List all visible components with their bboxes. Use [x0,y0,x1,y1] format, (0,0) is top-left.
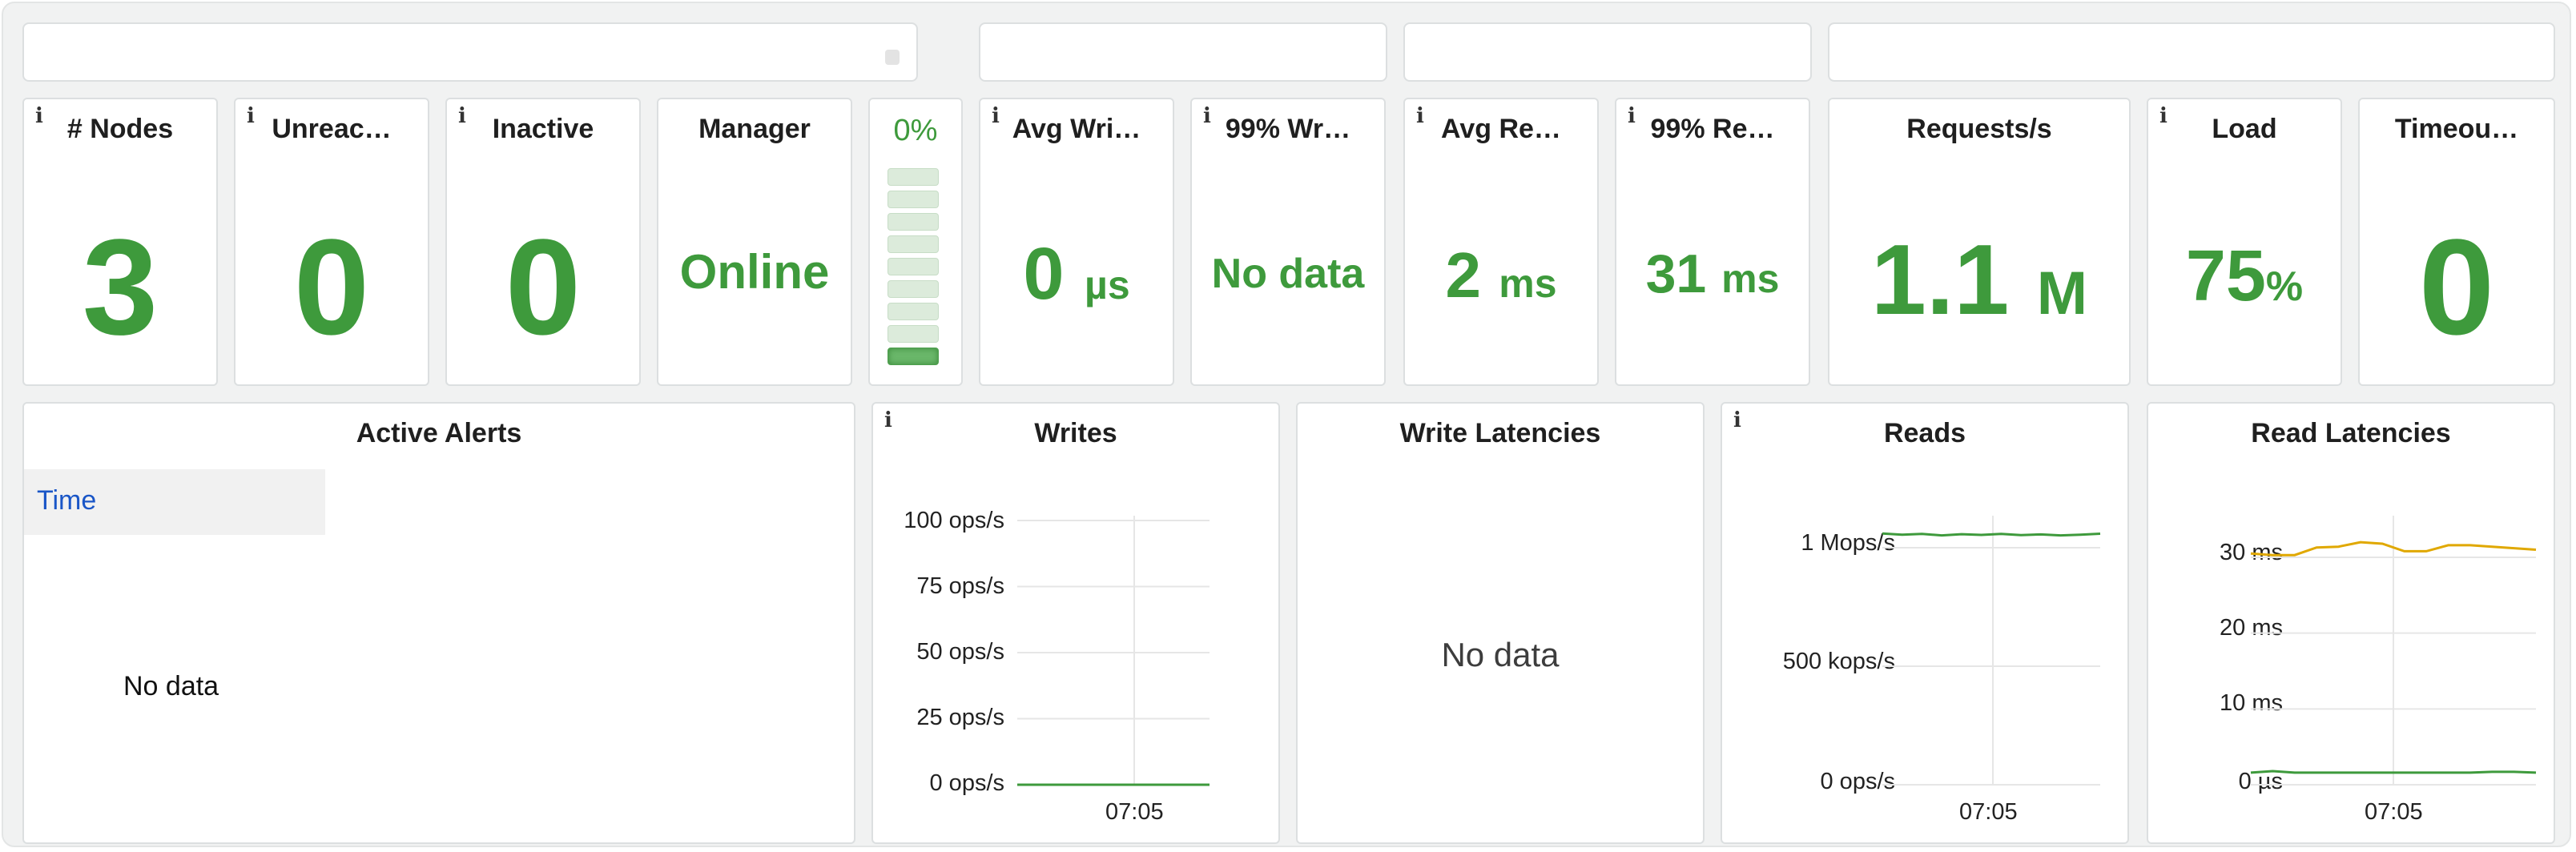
reads-plot[interactable] [1882,516,2101,788]
panel-title: Writes [1034,418,1117,448]
series-line-0[interactable] [1882,532,2101,537]
unreachable-stat-panel[interactable]: i Unreac… 0 [234,98,429,386]
no-data-text: No data [1441,636,1560,673]
x-tick-label: 07:05 [1959,799,2018,825]
panel-title: Requests/s [1906,114,2052,144]
stat-value: 3 [82,211,159,364]
gauge-percent-label: 0% [893,114,938,147]
stat-value-group: 1.1 M [1829,231,2129,330]
read-latencies-plot[interactable] [2250,516,2537,788]
stat-value: Online [679,245,830,299]
panel-title: Reads [1883,418,1966,448]
panel-title: Unreac… [272,114,392,144]
writes-plot[interactable] [1017,516,1210,788]
panel-title: Avg Re… [1441,114,1561,144]
gauge-segment [888,191,939,208]
column-header-time[interactable]: Time [37,485,96,516]
top-bar-panel-1[interactable] [22,22,918,82]
stat-value: No data [1211,251,1365,297]
no-data-text: No data [123,671,219,701]
requests-stat-panel[interactable]: Requests/s 1.1 M [1828,98,2131,386]
stat-unit: % [2265,263,2304,310]
stat-value: 0 [2418,211,2495,364]
timeouts-stat-panel[interactable]: Timeou… 0 [2358,98,2555,386]
gauge-segment [888,280,939,298]
avg-read-stat-panel[interactable]: i Avg Re… 2 ms [1403,98,1599,386]
stat-unit: ms [1721,256,1780,301]
panel-title: Write Latencies [1399,418,1601,448]
load-stat-panel[interactable]: i Load 75% [2147,98,2342,386]
y-tick-label: 75 ops/s [916,573,1004,599]
top-bar-panel-2[interactable] [979,22,1387,82]
stat-value: 75 [2185,236,2266,316]
gauge-segment [888,213,939,231]
nodes-stat-panel[interactable]: i # Nodes 3 [22,98,218,386]
gauge-segment [888,348,939,365]
panel-title: Manager [698,114,811,144]
stat-value: 0 [1023,233,1065,315]
stat-value: 0 [505,211,582,364]
panel-title: # Nodes [66,114,174,144]
panel-title: Inactive [492,114,594,144]
alerts-table-header[interactable]: Time [24,469,325,535]
stat-value: 2 [1445,239,1482,311]
stat-value-group: 2 ms [1405,243,1597,307]
read-latencies-panel[interactable]: Read Latencies 30 ms 20 ms 10 ms 0 µs 07… [2147,402,2555,844]
gauge-panel[interactable]: 0% [868,98,963,386]
panel-title: Timeou… [2394,114,2519,144]
active-alerts-panel[interactable]: Active Alerts Time No data [22,402,855,844]
y-tick-label: 100 ops/s [904,508,1004,533]
write-latencies-panel[interactable]: Write Latencies No data [1296,402,1705,844]
reads-chart-panel[interactable]: i Reads 1 Mops/s 500 kops/s 0 ops/s 07:0… [1721,402,2129,844]
gauge-segment [888,303,939,320]
gauge-segment [888,168,939,186]
stat-value: 1.1 [1870,225,2010,336]
manager-stat-panel[interactable]: Manager Online [657,98,852,386]
gauge-segment [888,235,939,253]
y-tick-label: 1 Mops/s [1801,530,1895,556]
y-tick-label: 0 ops/s [929,770,1005,796]
y-tick-label: 500 kops/s [1782,649,1895,674]
panel-title: 99% Wr… [1225,114,1351,144]
stat-value-group: 31 ms [1616,247,1809,301]
lock-icon [884,46,900,66]
stat-value: 0 [293,211,370,364]
dashboard: i # Nodes 3 i Unreac… 0 i Inactive 0 Man… [2,2,2571,847]
top-bar-panel-3[interactable] [1403,22,1812,82]
x-tick-label: 07:05 [2365,799,2423,825]
p99-read-stat-panel[interactable]: i 99% Re… 31 ms [1615,98,1810,386]
y-tick-label: 25 ops/s [916,705,1004,730]
stat-value-group: 0 µs [980,237,1173,311]
panel-title: Read Latencies [2251,418,2451,448]
panel-title: Active Alerts [356,418,522,448]
stat-unit: ms [1499,261,1557,306]
stat-unit: M [2036,259,2088,328]
top-bar-panel-4[interactable] [1828,22,2555,82]
panel-title: Avg Wri… [1012,114,1141,144]
avg-write-stat-panel[interactable]: i Avg Wri… 0 µs [979,98,1174,386]
inactive-stat-panel[interactable]: i Inactive 0 [445,98,641,386]
x-tick-label: 07:05 [1105,799,1164,825]
gauge-segment [888,258,939,275]
gauge-segment [888,325,939,343]
stat-unit: µs [1085,263,1130,307]
p99-write-stat-panel[interactable]: i 99% Wr… No data [1190,98,1386,386]
stat-value-group: 75% [2148,240,2341,312]
writes-chart-panel[interactable]: i Writes 100 ops/s 75 ops/s 50 ops/s 25 … [871,402,1280,844]
panel-title: 99% Re… [1650,114,1775,144]
stat-value: 31 [1645,243,1707,304]
panel-title: Load [2212,114,2277,144]
y-tick-label: 50 ops/s [916,639,1004,665]
